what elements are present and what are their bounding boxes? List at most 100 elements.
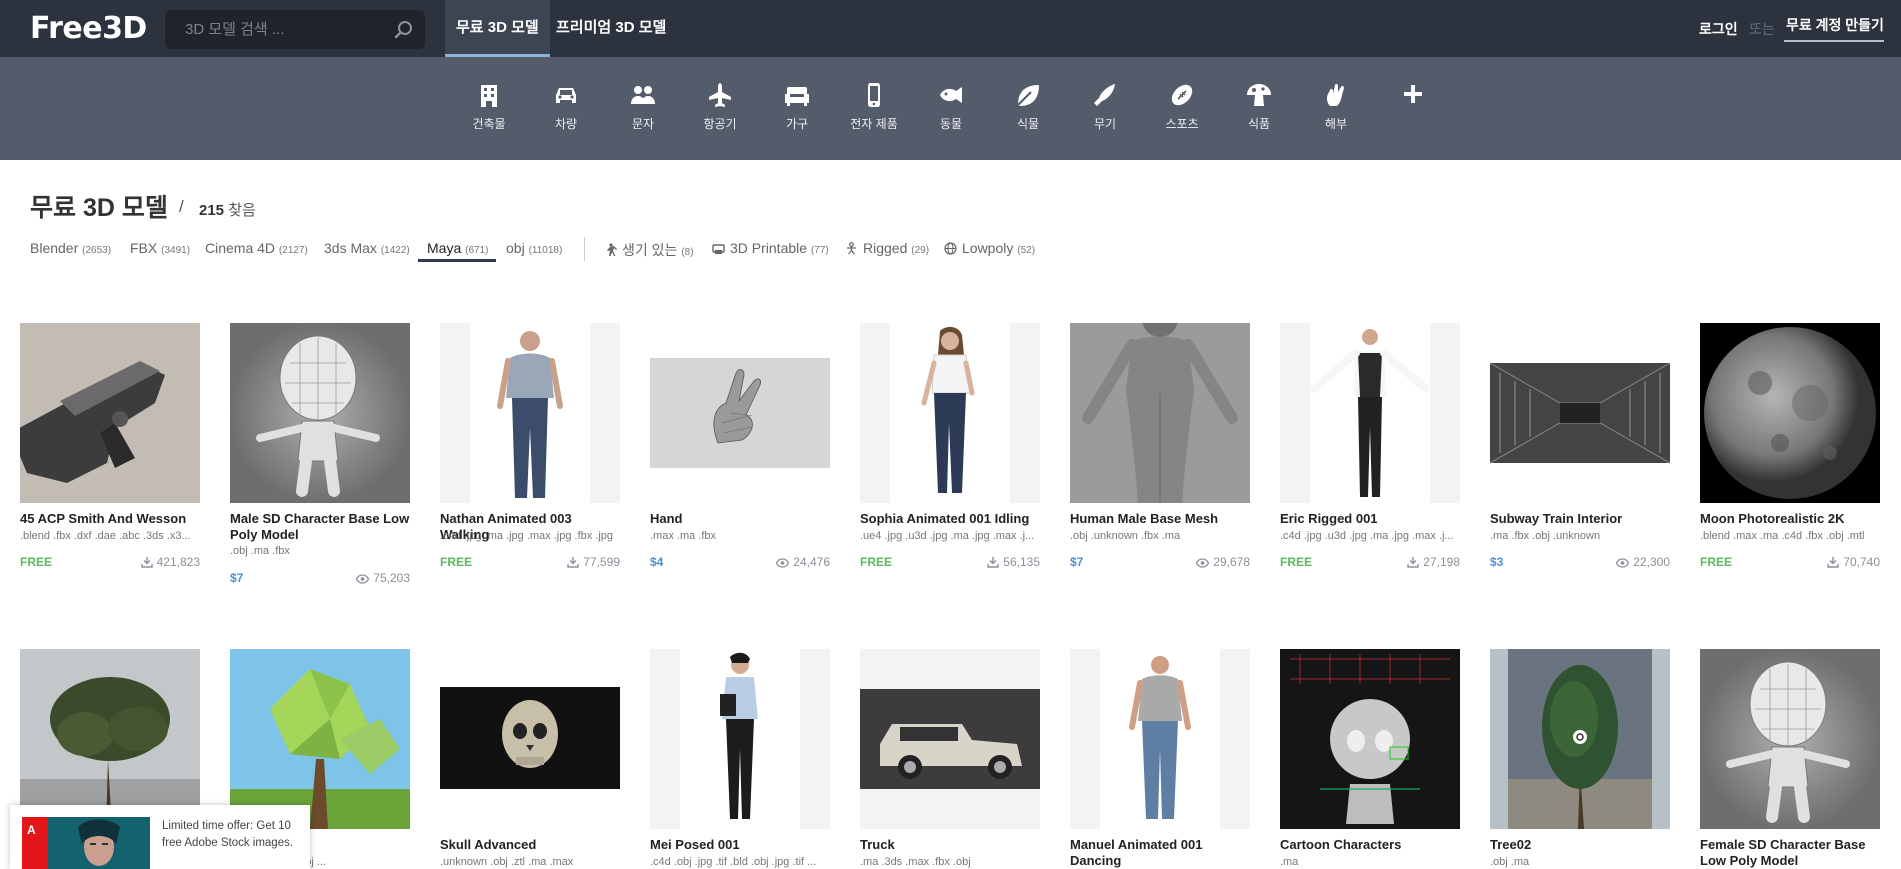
filter-count: (29) [911, 245, 930, 256]
filter-label: 3ds Max [324, 240, 377, 256]
model-title[interactable]: Sophia Animated 001 Idling [860, 511, 1040, 527]
car-icon [556, 88, 576, 103]
download-icon [140, 557, 153, 568]
category-vehicles[interactable]: 차량 [526, 81, 606, 132]
model-title[interactable]: Manuel Animated 001 Dancing [1070, 837, 1250, 869]
model-thumbnail[interactable] [1280, 649, 1460, 829]
model-title[interactable]: 45 ACP Smith And Wesson [20, 511, 200, 527]
category-more[interactable] [1373, 81, 1453, 109]
model-thumbnail[interactable] [1070, 323, 1250, 503]
model-thumbnail[interactable] [650, 649, 830, 829]
category-label: 문자 [631, 117, 655, 131]
model-thumbnail[interactable] [1490, 323, 1670, 503]
filter-cinema4d[interactable]: Cinema 4D (2127) [205, 240, 308, 256]
filter-count: (671) [465, 245, 489, 256]
globe-icon [944, 242, 957, 255]
tab-premium-3d-models[interactable]: 프리미엄 3D 모델 [545, 0, 677, 57]
model-thumbnail[interactable] [1700, 649, 1880, 829]
model-title[interactable]: Subway Train Interior [1490, 511, 1670, 527]
model-stat: 29,678 [1196, 555, 1250, 569]
model-thumbnail[interactable] [650, 323, 830, 503]
category-animals[interactable]: 동물 [911, 81, 991, 132]
model-formats: .c4d .obj .jpg .tif .bld .obj .jpg .tif … [650, 856, 817, 868]
model-thumbnail[interactable] [230, 323, 410, 503]
tab-free-3d-models[interactable]: 무료 3D 모델 [445, 0, 550, 57]
filter-label: Rigged [863, 240, 908, 256]
filter-count: (77) [810, 245, 829, 256]
model-thumbnail[interactable] [440, 649, 620, 829]
model-title[interactable]: Male SD Character Base Low Poly Model [230, 511, 410, 543]
filter-lowpoly[interactable]: Lowpoly (52) [944, 240, 1035, 256]
filter-blender[interactable]: Blender (2653) [30, 240, 111, 256]
filter-obj[interactable]: obj (11018) [506, 240, 562, 256]
model-title[interactable]: Tree02 [1490, 837, 1670, 853]
model-formats: .ma .fbx .obj .unknown [1490, 530, 1601, 542]
signup-button[interactable]: 무료 계정 만들기 [1784, 10, 1884, 42]
mushroom-icon [1247, 84, 1271, 106]
model-title[interactable]: Moon Photorealistic 2K [1700, 511, 1880, 527]
model-thumbnail[interactable] [1070, 649, 1250, 829]
top-navigation-bar: Free3D 무료 3D 모델 프리미엄 3D 모델 로그인 또는 무료 계정 … [0, 0, 1901, 57]
eye-icon [1616, 558, 1630, 568]
eye-icon [776, 558, 790, 568]
ad-image [48, 817, 150, 869]
model-thumbnail[interactable] [20, 323, 200, 503]
category-plants[interactable]: 식물 [988, 81, 1068, 132]
category-furniture[interactable]: 가구 [757, 81, 837, 132]
model-formats: .c4d .jpg .u3d .jpg .ma .jpg .max .j... [1280, 530, 1454, 542]
category-electronics[interactable]: 전자 제품 [834, 81, 914, 132]
category-aircraft[interactable]: 항공기 [680, 81, 760, 132]
site-logo[interactable]: Free3D [30, 11, 147, 46]
model-thumbnail[interactable] [860, 323, 1040, 503]
filter-3d-printable[interactable]: 3D Printable (77) [712, 240, 829, 256]
model-stat-value: 22,300 [1633, 555, 1670, 569]
model-thumbnail[interactable] [440, 323, 620, 503]
eye-icon [356, 574, 370, 584]
filter-fbx[interactable]: FBX (3491) [130, 240, 190, 256]
model-thumbnail[interactable] [230, 649, 410, 829]
filter-maya[interactable]: Maya (671) [427, 240, 488, 256]
model-stat-value: 24,476 [793, 555, 830, 569]
category-architecture[interactable]: 건축물 [449, 81, 529, 132]
model-title[interactable]: Skull Advanced [440, 837, 620, 853]
result-count-suffix: 찾음 [228, 202, 256, 219]
model-thumbnail[interactable] [1280, 323, 1460, 503]
model-title[interactable]: Human Male Base Mesh [1070, 511, 1250, 527]
model-thumbnail[interactable] [20, 649, 200, 829]
category-food[interactable]: 식품 [1219, 81, 1299, 132]
filter-count: (11018) [528, 245, 563, 256]
model-formats: .ma [1280, 856, 1299, 868]
model-thumbnail[interactable] [1490, 649, 1670, 829]
model-title[interactable]: Hand [650, 511, 830, 527]
category-anatomy[interactable]: 해부 [1296, 81, 1376, 132]
title-separator: / [179, 197, 184, 216]
filter-rigged[interactable]: Rigged (29) [845, 240, 929, 256]
category-sports[interactable]: 스포츠 [1142, 81, 1222, 132]
model-title[interactable]: Female SD Character Base Low Poly Model [1700, 837, 1880, 869]
model-title[interactable]: Truck [860, 837, 1040, 853]
filter-animated[interactable]: 생기 있는 (8) [604, 240, 694, 260]
login-link[interactable]: 로그인 [1699, 19, 1738, 39]
search-icon[interactable] [393, 19, 415, 41]
category-label: 전자 제품 [850, 117, 898, 131]
model-thumbnail[interactable] [1700, 323, 1880, 503]
model-formats: .unknown .obj .ztl .ma .max [440, 856, 574, 868]
model-stat-value: 27,198 [1423, 555, 1460, 569]
filter-3dsmax[interactable]: 3ds Max (1422) [324, 240, 410, 256]
category-weapons[interactable]: 무기 [1065, 81, 1145, 132]
category-characters[interactable]: 문자 [603, 81, 683, 132]
adobe-logo: A [22, 817, 48, 869]
model-stat-value: 70,740 [1843, 555, 1880, 569]
search-input[interactable] [165, 10, 380, 49]
adobe-stock-ad[interactable]: A Limited time offer: Get 10 free Adobe … [10, 805, 310, 869]
knife-icon [1094, 84, 1115, 106]
model-title[interactable]: Eric Rigged 001 [1280, 511, 1460, 527]
model-price: $3 [1490, 555, 1504, 569]
filter-divider [584, 237, 585, 261]
model-price: FREE [1700, 555, 1733, 569]
model-thumbnail[interactable] [860, 649, 1040, 829]
model-title[interactable]: Mei Posed 001 [650, 837, 830, 853]
active-filter-underline [418, 259, 496, 262]
model-stat: 75,203 [356, 571, 410, 585]
model-title[interactable]: Cartoon Characters [1280, 837, 1460, 853]
